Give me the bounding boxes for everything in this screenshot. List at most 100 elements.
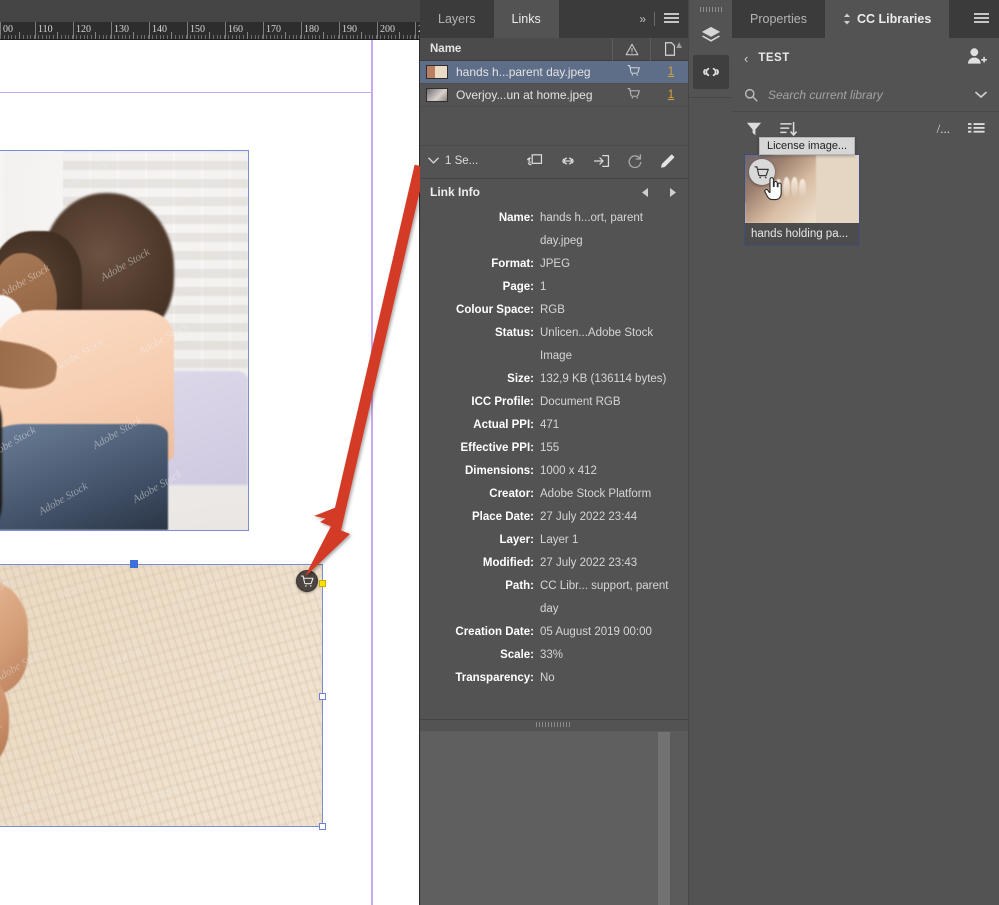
ruler-tick	[110, 35, 111, 39]
links-panel-dock: Layers Links » Name ▲ hands h...parent d…	[420, 0, 688, 905]
link-info-row: Layer: Layer 1	[420, 529, 688, 552]
ruler-tick	[262, 35, 263, 39]
selection-handle-top-center[interactable]	[130, 560, 138, 568]
link-cart-icon-cell[interactable]	[614, 87, 654, 103]
tab-layers[interactable]: Layers	[420, 0, 494, 38]
ruler-tick	[357, 35, 358, 39]
ruler-tick	[350, 35, 351, 39]
relink-icon[interactable]	[526, 153, 543, 169]
search-icon	[744, 88, 758, 101]
link-page-number[interactable]: 1	[654, 66, 688, 78]
go-to-link-icon[interactable]	[559, 154, 577, 168]
library-asset-card[interactable]: hands holding pa... License image...	[744, 137, 860, 246]
dock-grip-icon[interactable]	[699, 7, 722, 12]
add-collaborator-button[interactable]	[965, 45, 987, 72]
next-arrow-icon[interactable]	[668, 187, 678, 198]
link-info-value: No	[540, 672, 555, 684]
ruler-tick	[38, 35, 39, 39]
shopping-cart-icon	[627, 65, 640, 76]
ruler-tick	[365, 35, 366, 39]
ruler-tick	[232, 35, 233, 39]
dock-button-layers[interactable]	[693, 18, 729, 52]
ruler-tick	[15, 35, 16, 39]
selection-handle-right-middle[interactable]	[319, 693, 326, 700]
link-name: hands h...parent day.jpeg	[456, 65, 591, 79]
ruler-tick	[217, 35, 218, 39]
ruler-tick	[76, 35, 77, 39]
link-info-row: Modified: 27 July 2022 23:43	[420, 552, 688, 575]
ruler-tick	[376, 35, 377, 39]
panel-menu-icon[interactable]	[664, 13, 679, 25]
ruler-tick	[308, 35, 309, 39]
ruler-tick	[395, 35, 396, 39]
content-grabber-handle[interactable]	[319, 580, 326, 587]
link-info-value: hands h...ort, parent day.jpeg	[540, 212, 643, 247]
ruler-tick	[34, 35, 35, 39]
tab-properties[interactable]: Properties	[732, 0, 825, 38]
tab-layers-label: Layers	[438, 12, 476, 26]
list-view-icon[interactable]	[968, 122, 985, 137]
library-asset-grid: hands holding pa... License image...	[732, 137, 999, 254]
dock-divider	[689, 97, 732, 98]
filter-funnel-icon[interactable]	[746, 121, 762, 137]
link-info-key: Dimensions:	[464, 465, 534, 477]
ruler-tick	[338, 35, 339, 39]
placed-image-family[interactable]: Adobe Stock Adobe Stock Adobe Stock Adob…	[0, 150, 249, 531]
ruler-tick	[414, 35, 415, 39]
lower-panel-well[interactable]	[420, 731, 688, 905]
link-info-row: Page: 1	[420, 276, 688, 299]
links-selection-count: 1 Se...	[445, 154, 479, 167]
horizontal-ruler[interactable]: 00 110 120 130 140 150 160 170 180 190 2…	[0, 22, 420, 40]
asset-name: hands holding pa...	[745, 223, 859, 245]
ruler-tick	[399, 32, 400, 39]
links-panel-body: Name ▲ hands h...parent day.jpeg 1 Overj…	[420, 37, 688, 728]
stock-license-badge-canvas[interactable]	[296, 570, 318, 592]
link-info-key: Scale:	[500, 649, 534, 661]
sort-ascending-icon: ▲	[674, 39, 684, 51]
link-info-key: Format:	[491, 258, 534, 270]
column-warning[interactable]	[612, 37, 650, 61]
vertical-scrollbar[interactable]	[658, 732, 670, 905]
chevron-double-right-icon[interactable]: »	[639, 12, 646, 26]
update-link-icon[interactable]	[593, 153, 610, 169]
cc-libraries-panel: Properties CC Libraries ‹ TEST Search cu…	[732, 0, 999, 905]
tab-cc-libraries-label: CC Libraries	[856, 12, 932, 26]
column-page[interactable]: ▲	[650, 37, 688, 61]
panel-resize-grip[interactable]	[420, 719, 688, 728]
document-canvas[interactable]: Adobe Stock Adobe Stock Adobe Stock Adob…	[0, 0, 420, 905]
ruler-tick	[103, 35, 104, 39]
link-page-number[interactable]: 1	[654, 89, 688, 101]
chevron-left-icon[interactable]: ‹	[744, 51, 748, 66]
selection-handle-bottom-right[interactable]	[319, 823, 326, 830]
ruler-tick	[342, 35, 343, 39]
edit-original-icon[interactable]	[659, 153, 676, 169]
refresh-icon[interactable]	[626, 153, 643, 169]
panel-menu-icon[interactable]	[974, 13, 989, 25]
link-cart-icon-cell[interactable]	[614, 64, 654, 80]
ruler-tick	[87, 35, 88, 39]
placed-image-hands[interactable]: Adobe Stock Adobe Stock Adobe Stock Adob…	[0, 560, 326, 830]
ruler-tick	[304, 35, 305, 39]
dock-button-links[interactable]	[692, 55, 729, 89]
table-row[interactable]: hands h...parent day.jpeg 1	[420, 61, 688, 84]
ruler-tick	[353, 35, 354, 39]
ruler-tick	[380, 35, 381, 39]
link-info-value: 27 July 2022 23:43	[540, 557, 638, 569]
search-input[interactable]	[768, 87, 975, 102]
library-search-bar[interactable]	[732, 78, 999, 112]
previous-arrow-icon[interactable]	[640, 187, 650, 198]
ruler-tick	[11, 35, 12, 39]
library-header: ‹ TEST	[732, 38, 999, 78]
tab-links[interactable]: Links	[493, 0, 559, 38]
table-row[interactable]: Overjoy...un at home.jpeg 1	[420, 84, 688, 107]
filter-count-label[interactable]: /...	[937, 121, 950, 137]
warning-triangle-icon	[625, 43, 638, 55]
ruler-tick	[167, 35, 168, 39]
tab-cc-libraries[interactable]: CC Libraries	[824, 0, 950, 38]
links-panel-tabbar: Layers Links »	[420, 0, 688, 38]
chevron-down-icon[interactable]	[975, 91, 987, 99]
ruler-tick	[57, 32, 58, 39]
sort-list-icon[interactable]	[780, 121, 797, 137]
chevron-down-icon[interactable]	[428, 157, 439, 165]
link-info-key: Place Date:	[471, 511, 534, 523]
